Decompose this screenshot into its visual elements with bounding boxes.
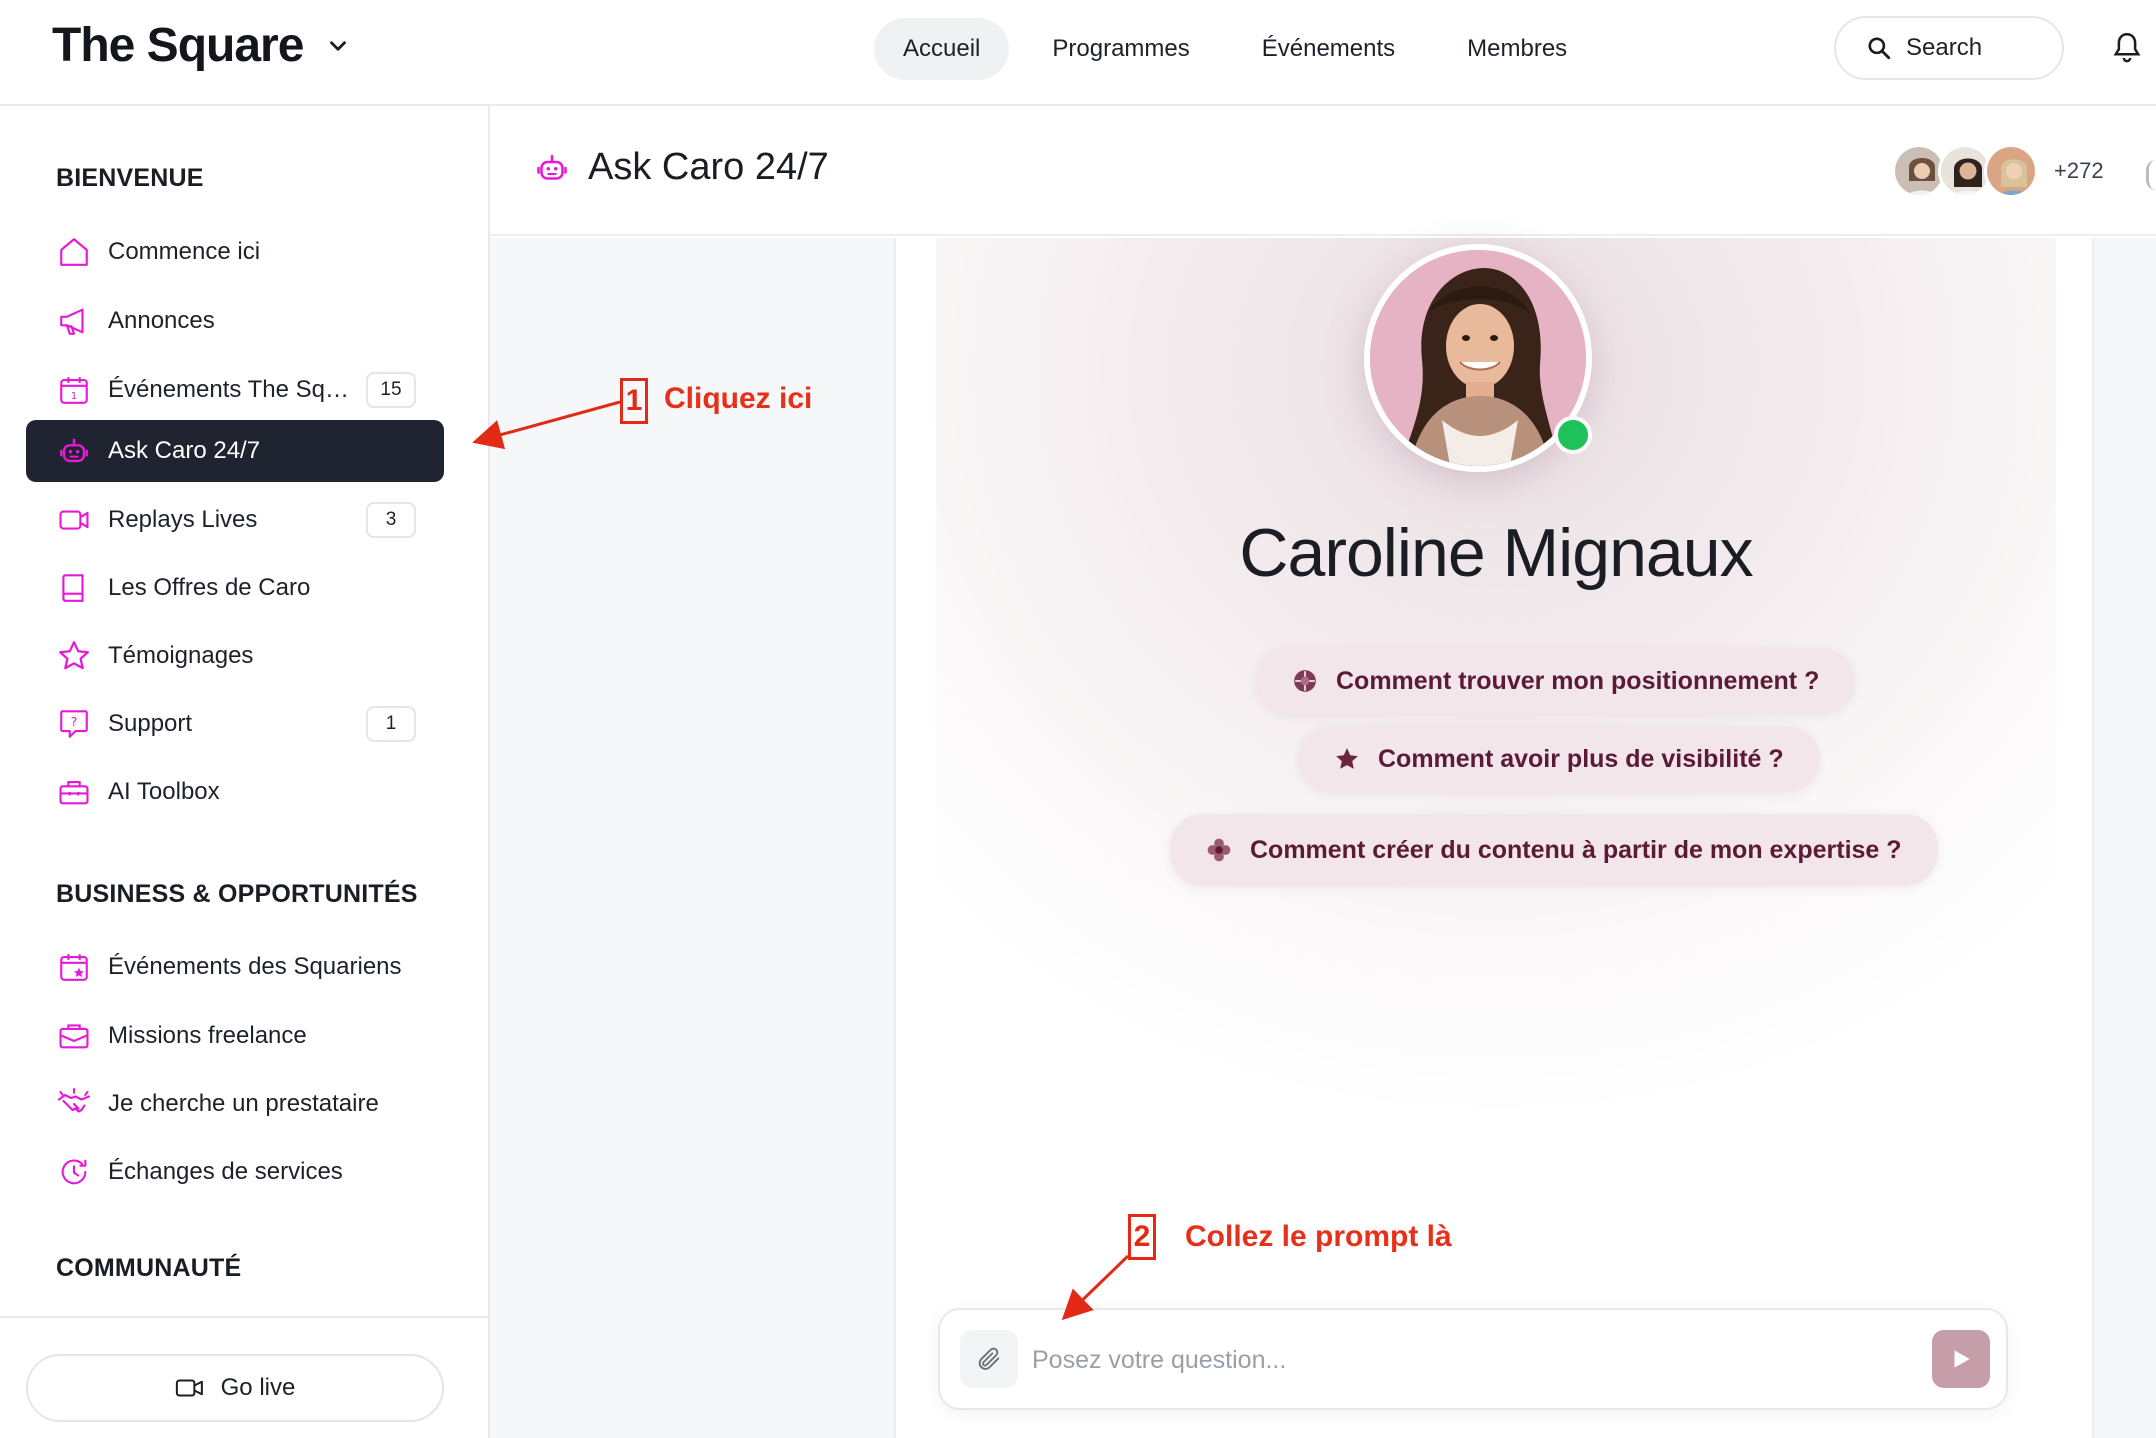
suggestion-label: Comment trouver mon positionnement ? — [1336, 666, 1820, 695]
sidebar-item-label: Événements des Squariens — [108, 953, 402, 980]
handshake-icon — [57, 1087, 91, 1113]
home-icon — [60, 238, 88, 266]
sidebar-item-label: Je cherche un prestataire — [108, 1090, 379, 1117]
sidebar-item-label: Missions freelance — [108, 1022, 307, 1049]
suggestion-label: Comment avoir plus de visibilité ? — [1378, 744, 1784, 773]
suggestion-chip-contenu[interactable]: Comment créer du contenu à partir de mon… — [1170, 814, 1938, 886]
video-icon — [59, 510, 89, 530]
briefcase-icon — [59, 1024, 89, 1049]
brand-title: The Square — [52, 19, 304, 72]
chat-panel: Caroline Mignaux Comment trouver mon pos… — [894, 238, 2094, 1438]
page-header: Ask Caro 24/7 +272 — [490, 106, 2156, 236]
prompt-input[interactable] — [1032, 1334, 1902, 1386]
search-button[interactable]: Search — [1834, 16, 2064, 80]
sidebar-item-label: AI Toolbox — [108, 778, 220, 805]
calendar-star-icon — [60, 954, 88, 981]
go-live-button[interactable]: Go live — [26, 1354, 444, 1422]
annotation-step-2-text: Collez le prompt là — [1185, 1220, 1452, 1253]
annotation-step-1-text: Cliquez ici — [664, 382, 813, 415]
chat-canvas: Caroline Mignaux Comment trouver mon pos… — [490, 238, 2156, 1438]
page-title: Ask Caro 24/7 — [534, 146, 829, 189]
count-badge: 15 — [366, 372, 416, 408]
count-badge: 3 — [366, 502, 416, 538]
annotation-step-2-number: 2 — [1128, 1214, 1156, 1260]
nav-accueil[interactable]: Accueil — [874, 18, 1010, 80]
sidebar-item-commence-ici[interactable]: Commence ici — [26, 221, 444, 283]
online-status-dot — [1554, 416, 1592, 454]
search-icon — [1868, 37, 1891, 60]
sidebar-item-label: Ask Caro 24/7 — [108, 437, 261, 464]
chat-composer — [938, 1308, 2008, 1410]
suggestion-label: Comment créer du contenu à partir de mon… — [1250, 835, 1902, 864]
help-chat-icon: ? — [60, 710, 88, 738]
assistant-name: Caroline Mignaux — [1239, 515, 1753, 591]
sidebar-item-replays-lives[interactable]: Replays Lives 3 — [26, 489, 444, 551]
sidebar-item-ai-toolbox[interactable]: AI Toolbox — [26, 761, 444, 823]
clock-exchange-icon — [61, 1159, 87, 1185]
sidebar-item-missions-freelance[interactable]: Missions freelance — [26, 1005, 444, 1067]
section-title-business: BUSINESS & OPPORTUNITÉS — [56, 880, 418, 908]
sidebar-item-label: Support — [108, 710, 193, 737]
svg-text:?: ? — [71, 715, 78, 730]
sidebar-item-ask-caro[interactable]: Ask Caro 24/7 — [26, 420, 444, 482]
calendar-icon: 1 — [60, 377, 88, 404]
suggestion-chip-visibilite[interactable]: Comment avoir plus de visibilité ? — [1298, 726, 1820, 792]
target-icon — [1294, 670, 1316, 692]
brand-menu[interactable]: The Square — [52, 18, 351, 73]
paperclip-icon — [978, 1347, 1000, 1370]
section-title-bienvenue: BIENVENUE — [56, 164, 204, 192]
sidebar-item-temoignages[interactable]: Témoignages — [26, 625, 444, 687]
sidebar-item-cherche-prestataire[interactable]: Je cherche un prestataire — [26, 1073, 444, 1135]
chevron-down-icon — [330, 40, 347, 51]
star-burst-icon — [1336, 748, 1358, 769]
sidebar: BIENVENUE Commence ici Annonces 1 Événem… — [0, 106, 490, 1438]
svg-text:1: 1 — [71, 391, 77, 402]
section-title-communaute: COMMUNAUTÉ — [56, 1254, 242, 1282]
header-edge-control[interactable] — [2146, 160, 2156, 190]
attach-button[interactable] — [960, 1330, 1018, 1388]
top-header: The Square Accueil Programmes Événements… — [0, 0, 2156, 106]
nav-programmes[interactable]: Programmes — [1023, 18, 1218, 80]
send-button[interactable] — [1932, 1330, 1990, 1388]
sidebar-item-label: Commence ici — [108, 238, 261, 265]
avatar — [1984, 144, 2038, 198]
assistant-hero: Caroline Mignaux Comment trouver mon pos… — [936, 238, 2056, 1118]
annotation-step-1-number: 1 — [620, 378, 648, 424]
video-camera-icon — [175, 1379, 203, 1397]
sidebar-item-label: Annonces — [108, 307, 215, 334]
sidebar-item-offres-de-caro[interactable]: Les Offres de Caro — [26, 557, 444, 619]
star-icon — [59, 641, 89, 670]
page-title-text: Ask Caro 24/7 — [588, 146, 829, 188]
flower-icon — [1207, 838, 1231, 862]
sidebar-item-evenements-the-square[interactable]: 1 Événements The Square 15 — [26, 359, 444, 421]
send-icon — [1954, 1350, 1970, 1368]
robot-icon — [60, 438, 88, 463]
book-icon — [62, 574, 84, 602]
search-label: Search — [1906, 34, 1983, 61]
sidebar-footer: Go live — [0, 1316, 488, 1438]
sidebar-item-support[interactable]: ? Support 1 — [26, 693, 444, 755]
suggestion-chip-positionnement[interactable]: Comment trouver mon positionnement ? — [1256, 648, 1856, 714]
sidebar-item-label: Replays Lives — [108, 506, 258, 533]
sidebar-item-echanges-services[interactable]: Échanges de services — [26, 1141, 444, 1203]
nav-evenements[interactable]: Événements — [1233, 18, 1424, 80]
sidebar-item-annonces[interactable]: Annonces — [26, 290, 444, 352]
members-count: +272 — [2054, 158, 2104, 183]
sidebar-item-label: Échanges de services — [108, 1158, 343, 1185]
count-badge: 1 — [366, 706, 416, 742]
bell-icon[interactable] — [2112, 30, 2142, 66]
sidebar-item-label: Les Offres de Caro — [108, 574, 311, 601]
sidebar-item-label: Événements The Square — [108, 376, 358, 403]
main-nav: Accueil Programmes Événements Membres — [874, 18, 1610, 80]
sidebar-item-evenements-squariens[interactable]: Événements des Squariens — [26, 936, 444, 998]
toolbox-icon — [59, 781, 89, 805]
member-avatars[interactable]: +272 — [1892, 144, 2104, 198]
go-live-label: Go live — [220, 1374, 296, 1401]
robot-icon — [537, 154, 567, 180]
nav-membres[interactable]: Membres — [1438, 18, 1596, 80]
megaphone-icon — [60, 308, 84, 335]
sidebar-item-label: Témoignages — [108, 642, 254, 669]
